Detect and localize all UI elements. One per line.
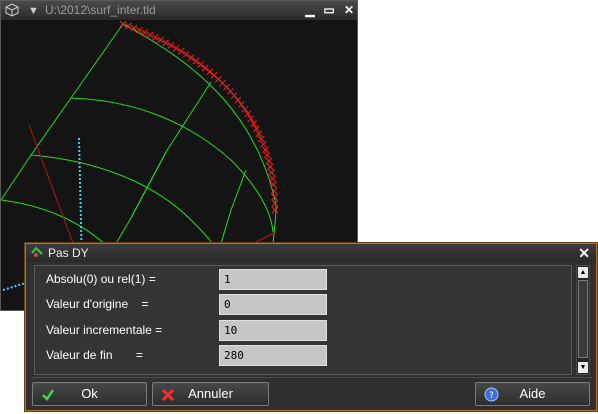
field-row-incrementale: Valeur incrementale = 10: [35, 320, 571, 344]
field-label: Valeur incrementale =: [46, 323, 163, 337]
viewport-titlebar[interactable]: ▼ U:\2012\surf_inter.tld ▁ ▭ ✕: [1, 1, 357, 20]
viewport-title: U:\2012\surf_inter.tld: [45, 3, 156, 17]
minimize-icon[interactable]: ▁: [303, 4, 317, 17]
vertical-scrollbar[interactable]: ▲ ▼: [576, 265, 590, 375]
pas-dy-dialog: Pas DY ✕ Absolu(0) ou rel(1) = 1 Valeur …: [25, 243, 597, 411]
point-markers: [119, 20, 279, 214]
field-row-absolu: Absolu(0) ou rel(1) = 1: [35, 269, 571, 293]
field-row-fin: Valeur de fin = 280: [35, 345, 571, 369]
fin-input[interactable]: 280: [219, 345, 327, 366]
maximize-icon[interactable]: ▭: [322, 4, 336, 17]
ok-button[interactable]: Ok: [32, 382, 147, 406]
cancel-label: Annuler: [188, 386, 233, 401]
scroll-up-icon[interactable]: ▲: [578, 267, 588, 278]
field-label: Absolu(0) ou rel(1) =: [46, 272, 156, 286]
scroll-down-icon[interactable]: ▼: [578, 362, 588, 373]
help-button[interactable]: ? Aide: [475, 382, 590, 406]
dropdown-triangle-icon[interactable]: ▼: [28, 2, 39, 21]
scrollbar-thumb[interactable]: [578, 280, 588, 358]
field-row-origine: Valeur d'origine = 0: [35, 294, 571, 318]
ok-label: Ok: [81, 386, 98, 401]
dialog-title: Pas DY: [48, 246, 89, 260]
help-label: Aide: [519, 386, 546, 401]
fields-panel: Absolu(0) ou rel(1) = 1 Valeur d'origine…: [34, 265, 572, 375]
dialog-titlebar[interactable]: Pas DY ✕: [26, 244, 596, 262]
field-label: Valeur de fin =: [46, 348, 143, 362]
close-icon[interactable]: ✕: [578, 244, 590, 262]
surface-mesh: [1, 23, 277, 261]
cancel-button[interactable]: Annuler: [152, 382, 269, 406]
absolu-input[interactable]: 1: [219, 269, 327, 290]
close-icon[interactable]: ✕: [342, 4, 356, 17]
field-label: Valeur d'origine =: [46, 297, 149, 311]
incrementale-input[interactable]: 10: [219, 320, 327, 341]
divider: [32, 377, 592, 378]
origine-input[interactable]: 0: [219, 294, 327, 315]
dialog-app-icon: [30, 245, 44, 264]
